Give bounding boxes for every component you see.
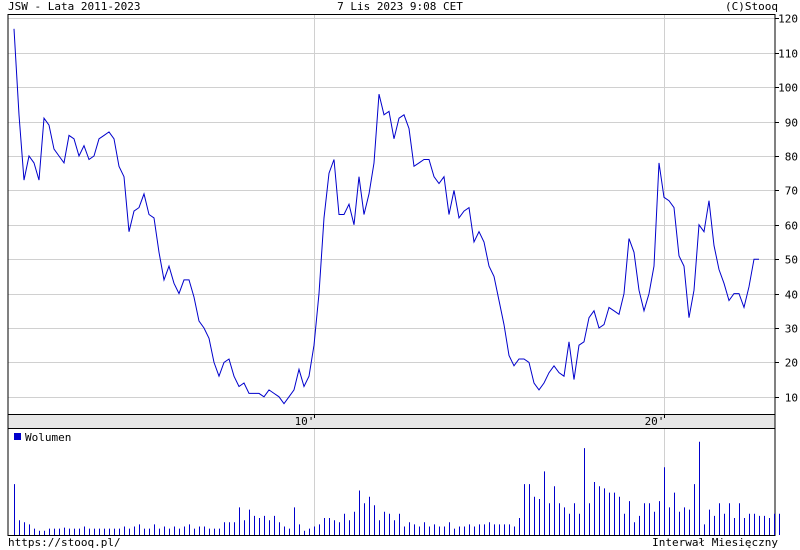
price-tick-label: 50: [785, 254, 798, 267]
price-tick-label: 90: [785, 117, 798, 130]
price-tick-label: 80: [785, 151, 798, 164]
volume-legend-label: Wolumen: [25, 431, 71, 444]
price-tick-label: 70: [785, 185, 798, 198]
volume-legend-swatch: [14, 433, 21, 440]
price-tick-label: 10: [785, 392, 798, 405]
price-panel-frame: [7, 14, 776, 415]
source-url[interactable]: https://stooq.pl/: [8, 536, 121, 550]
x-tick-label: 20': [645, 415, 665, 428]
interval-label: Interwał Miesięczny: [652, 536, 778, 549]
price-tick-label: 120: [778, 13, 798, 26]
price-tick-label: 60: [785, 220, 798, 233]
price-tick-label: 110: [778, 48, 798, 61]
price-tick-label: 100: [778, 82, 798, 95]
volume-grid: [314, 429, 665, 535]
price-grid: [8, 15, 775, 414]
price-tick-label: 30: [785, 323, 798, 336]
price-tick-label: 20: [785, 357, 798, 370]
x-tick-label: 10': [295, 415, 315, 428]
price-y-axis: 10 20 30 40 50 60 70 80 90 100 110 120: [775, 13, 798, 405]
price-series-line: [13, 28, 759, 405]
price-tick-label: 40: [785, 289, 798, 302]
price-volume-chart: 10 20 30 40 50 60 70 80 90 100 110 120 10' 20' Wolum…: [7, 13, 798, 536]
